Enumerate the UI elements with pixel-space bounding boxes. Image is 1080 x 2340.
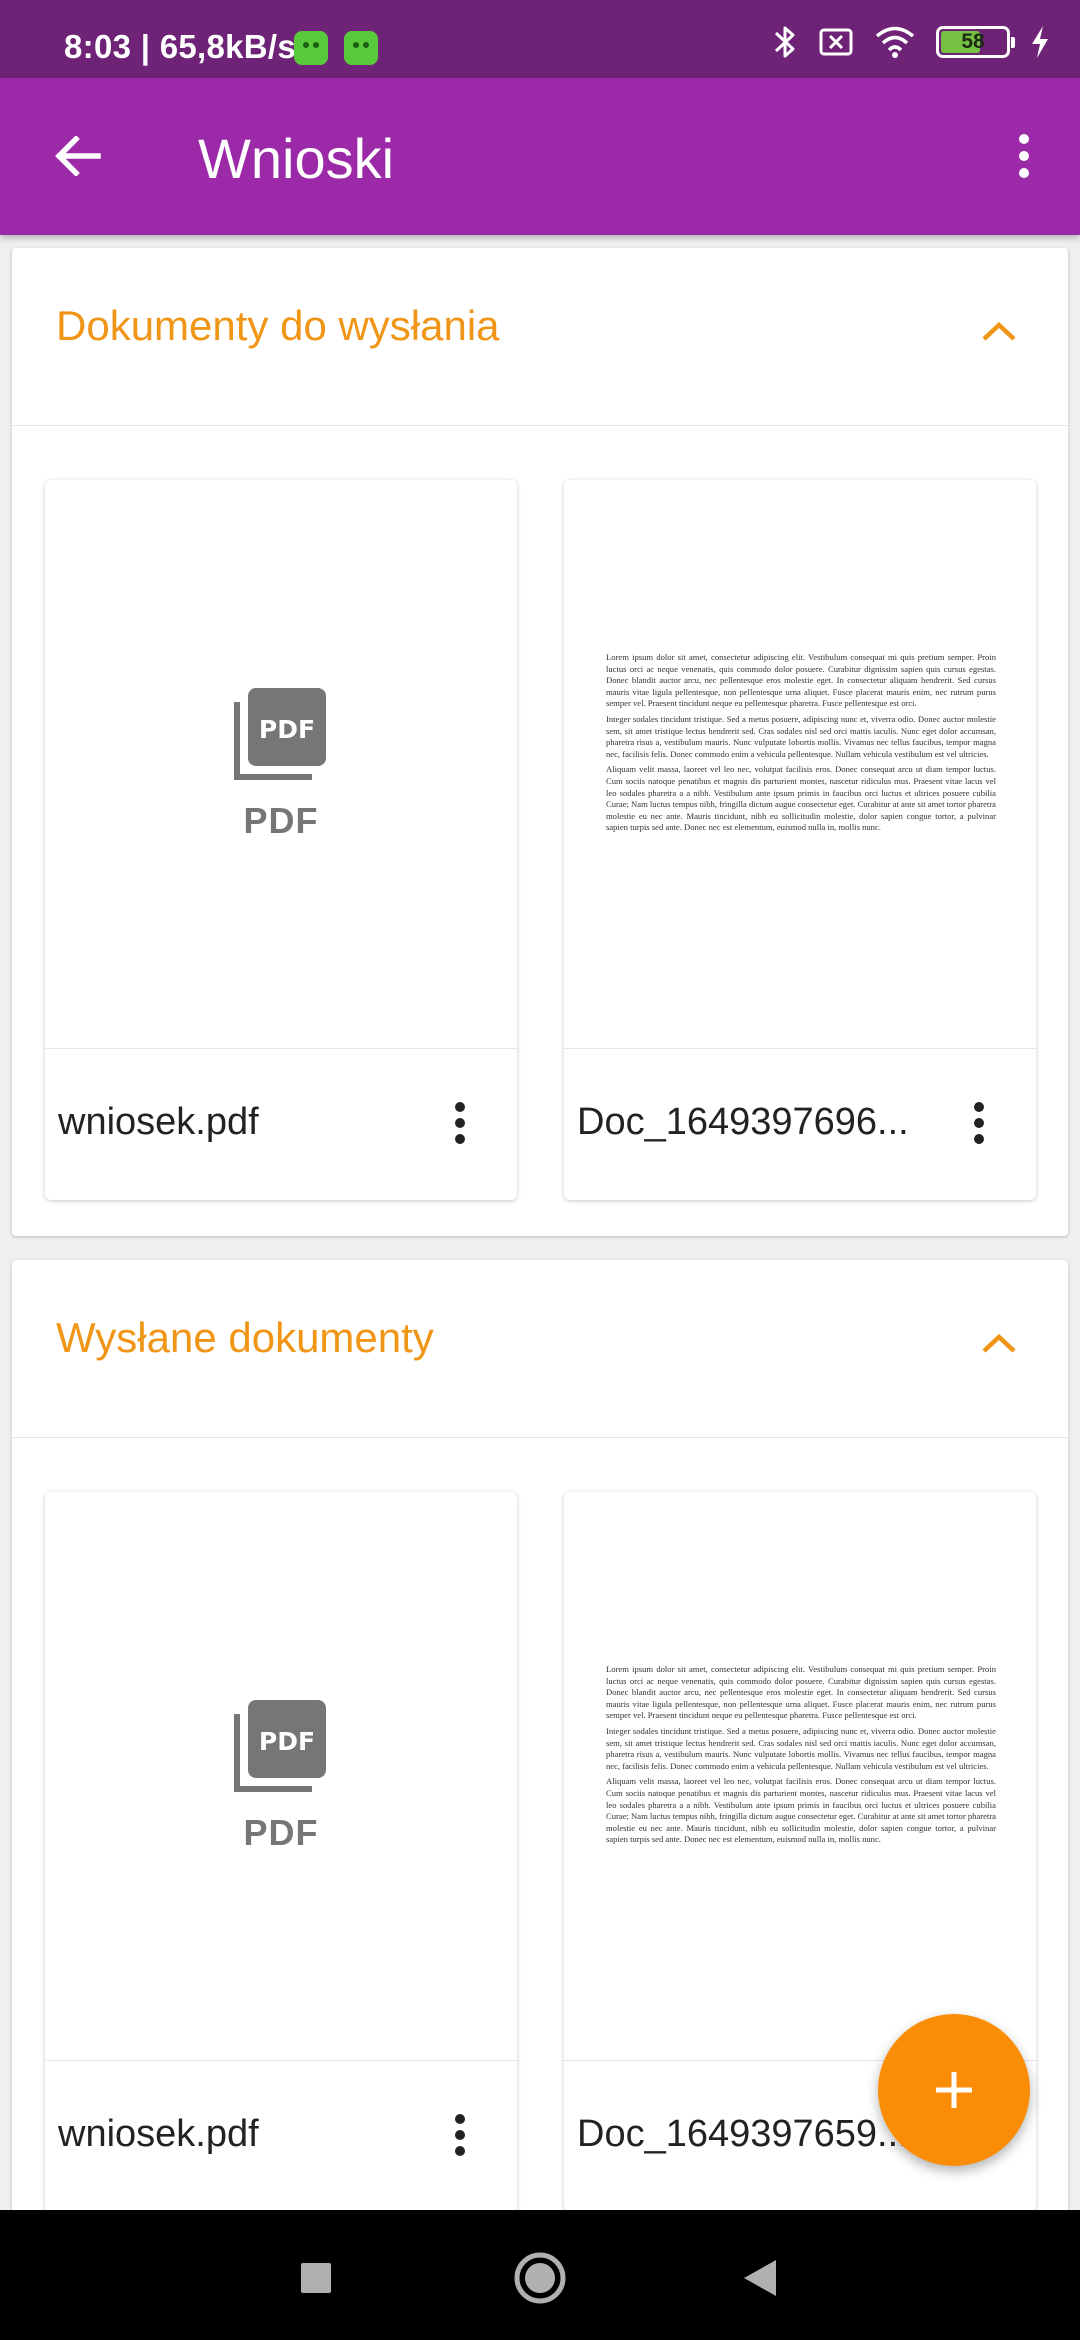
battery-percentage: 58	[961, 30, 985, 53]
document-footer: Doc_1649397696...	[564, 1048, 1036, 1200]
document-thumbnail[interactable]: Lorem ipsum dolor sit amet, consectetur …	[564, 480, 1036, 1048]
no-sim-icon	[819, 28, 853, 56]
bluetooth-icon	[774, 26, 795, 58]
preview-paragraph: Integer sodales tincidunt tristique. Sed…	[606, 1725, 996, 1771]
document-menu-button[interactable]	[437, 2105, 483, 2165]
page-preview: Lorem ipsum dolor sit amet, consectetur …	[606, 652, 996, 892]
back-button[interactable]	[40, 118, 116, 194]
arrow-back-icon	[55, 136, 101, 176]
document-thumbnail[interactable]: Lorem ipsum dolor sit amet, consectetur …	[564, 1492, 1036, 2060]
collapse-button[interactable]	[972, 1316, 1026, 1370]
document-thumbnail[interactable]: PDF PDF	[45, 480, 517, 1048]
charging-icon	[1032, 26, 1048, 58]
section-documents-to-send: Dokumenty do wysłania PDF PDF wniosek.pd…	[12, 248, 1068, 1236]
back-triangle-icon	[744, 2260, 776, 2296]
status-bar: 8:03 | 65,8kB/s 58	[0, 0, 1080, 78]
document-card[interactable]: Lorem ipsum dolor sit amet, consectetur …	[564, 480, 1036, 1200]
add-document-button[interactable]	[878, 2014, 1030, 2166]
document-footer: wniosek.pdf	[45, 1048, 517, 1200]
pdf-label: PDF	[243, 1812, 319, 1853]
section-header[interactable]: Dokumenty do wysłania	[12, 248, 1068, 426]
pdf-label: PDF	[243, 800, 319, 841]
document-name: Doc_1649397696...	[577, 1101, 909, 1143]
document-menu-button[interactable]	[437, 1093, 483, 1153]
preview-paragraph: Lorem ipsum dolor sit amet, consectetur …	[606, 1664, 996, 1721]
more-vert-icon	[455, 2114, 465, 2156]
pdf-icon: PDF	[234, 1700, 326, 1792]
add-icon	[936, 2072, 972, 2108]
app-notification-icon	[344, 31, 378, 65]
document-name: Doc_1649397659...	[577, 2113, 909, 2155]
section-title: Dokumenty do wysłania	[56, 302, 500, 349]
app-notification-icon	[294, 31, 328, 65]
collapse-button[interactable]	[972, 304, 1026, 358]
recents-square-icon	[301, 2263, 331, 2293]
document-thumbnail[interactable]: PDF PDF	[45, 1492, 517, 2060]
document-card[interactable]: PDF PDF wniosek.pdf	[45, 1492, 517, 2212]
svg-text:PDF: PDF	[259, 715, 315, 744]
preview-paragraph: Lorem ipsum dolor sit amet, consectetur …	[606, 652, 996, 709]
wifi-icon	[875, 26, 915, 58]
svg-text:PDF: PDF	[259, 1727, 315, 1756]
document-footer: wniosek.pdf	[45, 2060, 517, 2212]
back-nav-button[interactable]	[722, 2240, 798, 2316]
battery-icon: 58	[936, 26, 1015, 58]
chevron-up-icon	[982, 321, 1016, 341]
page-preview: Lorem ipsum dolor sit amet, consectetur …	[606, 1664, 996, 1904]
preview-paragraph: Integer sodales tincidunt tristique. Sed…	[606, 713, 996, 759]
preview-paragraph: Aliquam velit massa, laoreet vel leo nec…	[606, 1776, 996, 1845]
home-circle-icon	[514, 2252, 566, 2304]
more-vert-icon	[455, 1102, 465, 1144]
document-name: wniosek.pdf	[58, 1101, 259, 1143]
document-card[interactable]: PDF PDF wniosek.pdf	[45, 480, 517, 1200]
document-menu-button[interactable]	[956, 1093, 1002, 1153]
page-title: Wnioski	[198, 127, 395, 190]
preview-paragraph: Aliquam velit massa, laoreet vel leo nec…	[606, 764, 996, 833]
more-vert-icon	[974, 1102, 984, 1144]
section-header[interactable]: Wysłane dokumenty	[12, 1260, 1068, 1438]
overflow-menu-button[interactable]	[986, 118, 1062, 194]
chevron-up-icon	[982, 1333, 1016, 1353]
more-vert-icon	[1019, 134, 1029, 178]
recents-button[interactable]	[278, 2240, 354, 2316]
pdf-icon: PDF	[234, 688, 326, 780]
system-navigation-bar	[0, 2210, 1080, 2340]
status-time-speed: 8:03 | 65,8kB/s	[64, 28, 297, 65]
section-title: Wysłane dokumenty	[56, 1314, 434, 1361]
app-bar: Wnioski	[0, 78, 1080, 235]
document-name: wniosek.pdf	[58, 2113, 259, 2155]
home-button[interactable]	[502, 2240, 578, 2316]
